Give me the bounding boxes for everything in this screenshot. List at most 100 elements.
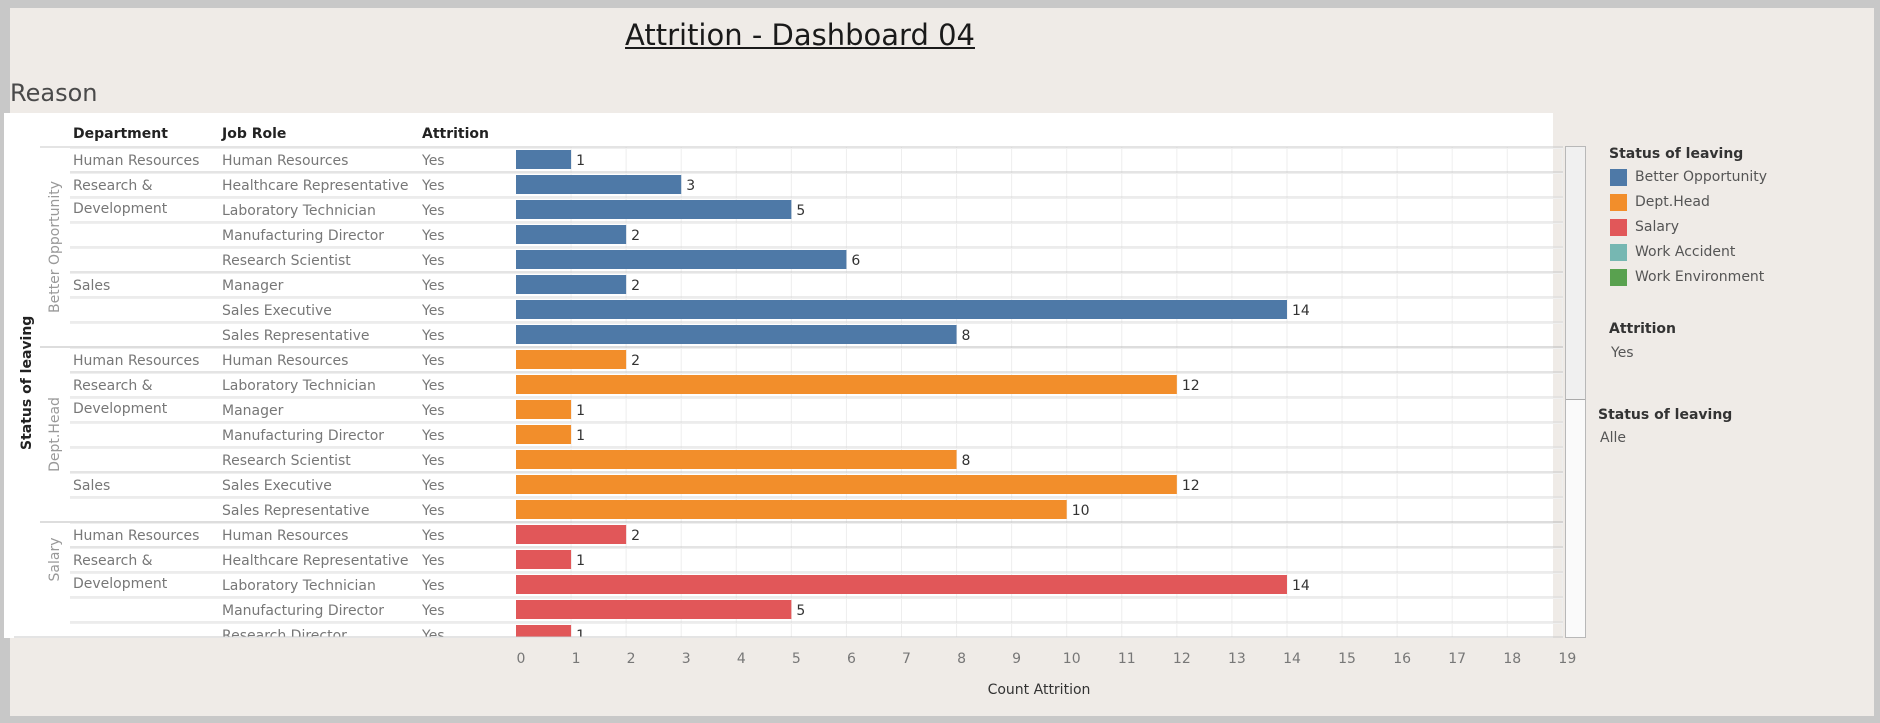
bar-value-label: 2 xyxy=(631,353,640,369)
job-role-label: Manager xyxy=(222,278,284,294)
legend-swatch[interactable] xyxy=(1610,269,1627,286)
department-label: Sales xyxy=(73,478,110,494)
chart-rows: Human Resources Yes 1 Healthcare Representa… xyxy=(40,147,1563,644)
job-role-label: Laboratory Technician xyxy=(222,378,376,394)
x-tick-label: 3 xyxy=(682,651,691,667)
attrition-label: Yes xyxy=(421,253,445,269)
bar-chart: Human Resources Yes 1 Healthcare Representa… xyxy=(14,146,1576,698)
job-role-label: Human Resources xyxy=(222,353,348,369)
attrition-label: Yes xyxy=(421,328,445,344)
attrition-label: Yes xyxy=(421,403,445,419)
x-tick-label: 5 xyxy=(792,651,801,667)
job-role-label: Manufacturing Director xyxy=(222,603,384,619)
bar-value-label: 6 xyxy=(851,253,860,269)
attrition-label: Yes xyxy=(421,553,445,569)
bar-value-label: 1 xyxy=(576,428,585,444)
job-role-label: Research Scientist xyxy=(222,253,351,269)
attrition-label: Yes xyxy=(421,528,445,544)
bar xyxy=(516,375,1177,394)
bar xyxy=(516,425,572,444)
status-group-label: Dept.Head xyxy=(47,397,63,472)
bar xyxy=(516,200,792,219)
department-label: Human Resources xyxy=(73,353,199,369)
job-role-label: Sales Representative xyxy=(222,503,370,519)
bar-value-label: 8 xyxy=(962,453,971,469)
x-tick-label: 16 xyxy=(1393,651,1411,667)
x-tick-label: 7 xyxy=(902,651,911,667)
bar-value-label: 12 xyxy=(1182,378,1200,394)
x-tick-label: 17 xyxy=(1448,651,1466,667)
legend-item-label[interactable]: Work Accident xyxy=(1635,244,1735,260)
department-label: Sales xyxy=(73,278,110,294)
status-filter-title: Status of leaving xyxy=(1598,407,1733,423)
x-tick-label: 13 xyxy=(1228,651,1246,667)
job-role-label: Sales Executive xyxy=(222,478,332,494)
bar-value-label: 14 xyxy=(1292,303,1310,319)
bar xyxy=(516,525,627,544)
bar xyxy=(516,450,957,469)
legend-item-label[interactable]: Better Opportunity xyxy=(1635,169,1767,185)
job-role-label: Sales Executive xyxy=(222,303,332,319)
attrition-label: Yes xyxy=(421,303,445,319)
bar-value-label: 1 xyxy=(576,628,585,644)
legend-swatch[interactable] xyxy=(1610,244,1627,261)
bar-value-label: 10 xyxy=(1072,503,1090,519)
legend-swatch[interactable] xyxy=(1610,194,1627,211)
job-role-label: Manufacturing Director xyxy=(222,228,384,244)
bar xyxy=(516,300,1287,319)
legend-swatch[interactable] xyxy=(1610,219,1627,236)
attrition-label: Yes xyxy=(421,278,445,294)
job-role-label: Healthcare Representative xyxy=(222,553,409,569)
status-group-label: Better Opportunity xyxy=(47,181,63,313)
department-label: Research & xyxy=(73,378,153,394)
bar xyxy=(516,150,572,169)
attrition-label: Yes xyxy=(421,228,445,244)
legend-item-label[interactable]: Work Environment xyxy=(1635,269,1764,285)
attrition-filter-value[interactable]: Yes xyxy=(1611,345,1634,361)
department-label: Human Resources xyxy=(73,153,199,169)
bar-value-label: 8 xyxy=(962,328,971,344)
attrition-label: Yes xyxy=(421,628,445,644)
scrollbar-thumb[interactable] xyxy=(1566,147,1585,400)
x-tick-label: 0 xyxy=(517,651,526,667)
bar xyxy=(516,625,572,637)
legend-swatch[interactable] xyxy=(1610,169,1627,186)
bar xyxy=(516,250,847,269)
job-role-label: Human Resources xyxy=(222,528,348,544)
job-role-label: Healthcare Representative xyxy=(222,178,409,194)
color-legend-title: Status of leaving xyxy=(1609,146,1744,162)
bar-value-label: 2 xyxy=(631,528,640,544)
bar-value-label: 1 xyxy=(576,553,585,569)
vertical-scrollbar[interactable] xyxy=(1565,146,1586,638)
status-group-label: Salary xyxy=(47,538,63,582)
bar-value-label: 5 xyxy=(796,203,805,219)
bar-value-label: 2 xyxy=(631,228,640,244)
bar xyxy=(516,500,1067,519)
bar xyxy=(516,350,627,369)
attrition-label: Yes xyxy=(421,503,445,519)
bar xyxy=(516,600,792,619)
attrition-label: Yes xyxy=(421,203,445,219)
department-label: Development xyxy=(73,576,168,592)
bar-value-label: 3 xyxy=(686,178,695,194)
department-label: Development xyxy=(73,201,168,217)
department-label: Human Resources xyxy=(73,528,199,544)
job-role-label: Human Resources xyxy=(222,153,348,169)
status-filter-value[interactable]: Alle xyxy=(1600,430,1626,446)
x-tick-label: 11 xyxy=(1118,651,1136,667)
job-role-label: Laboratory Technician xyxy=(222,203,376,219)
legend-item-label[interactable]: Dept.Head xyxy=(1635,194,1710,210)
department-label: Research & xyxy=(73,178,153,194)
x-tick-label: 4 xyxy=(737,651,746,667)
x-axis-title: Count Attrition xyxy=(988,682,1091,698)
bar-value-label: 1 xyxy=(576,403,585,419)
x-tick-label: 1 xyxy=(572,651,581,667)
x-tick-label: 6 xyxy=(847,651,856,667)
x-tick-label: 19 xyxy=(1558,651,1576,667)
department-label: Development xyxy=(73,401,168,417)
legend-item-label[interactable]: Salary xyxy=(1635,219,1679,235)
x-tick-label: 14 xyxy=(1283,651,1301,667)
attrition-label: Yes xyxy=(421,603,445,619)
bar-value-label: 2 xyxy=(631,278,640,294)
x-tick-label: 2 xyxy=(627,651,636,667)
